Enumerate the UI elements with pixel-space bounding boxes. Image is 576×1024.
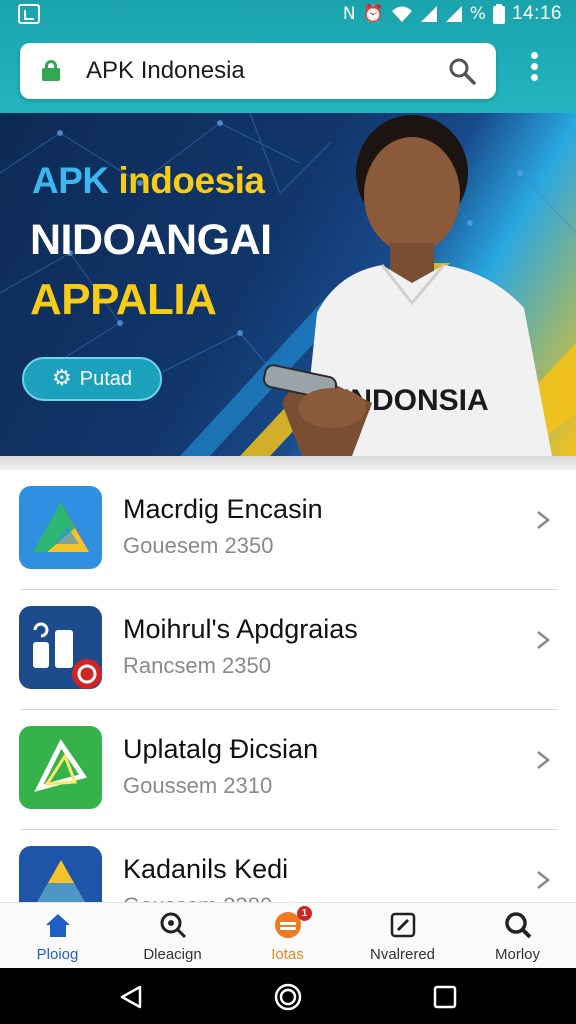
signal-icon <box>420 6 437 22</box>
app-name: Uplatalg Đicsian <box>123 734 319 764</box>
banner-title-line1: APK indoesia <box>32 160 265 201</box>
search-icon <box>160 912 187 939</box>
overflow-menu-icon[interactable] <box>524 52 544 88</box>
person-illustration: INDONSIA <box>262 115 552 456</box>
app-subtitle: Goussem 2310 <box>123 773 273 798</box>
app-subtitle: Goussem 2380 <box>123 893 272 902</box>
list-item[interactable]: Uplatalg Đicsian Goussem 2310 <box>0 710 576 830</box>
nav-label: Morloy <box>494 946 540 963</box>
chevron-right-icon[interactable] <box>532 869 554 891</box>
system-navigation-bar <box>0 968 576 1024</box>
app-list: Macrdig Encasin Gouesem 2350 Moihrul's A… <box>0 470 576 902</box>
nav-item-games[interactable]: 1 Iotas <box>230 903 345 969</box>
alarm-icon: ⏰ <box>362 4 384 24</box>
triangle-logo-icon <box>19 486 102 569</box>
section-divider <box>0 456 576 470</box>
recents-icon[interactable] <box>433 985 457 1009</box>
browser-header: N ⏰ % 14:16 APK Indonesia <box>0 0 576 113</box>
banner-button-label: Putad <box>79 367 132 390</box>
nav-label: Nvalrered <box>369 946 436 963</box>
battery-text: % <box>469 4 486 24</box>
list-item[interactable]: Macrdig Encasin Gouesem 2350 <box>0 470 576 590</box>
battery-icon <box>492 4 505 24</box>
banner-title-line2: NIDOANGAI <box>30 216 272 264</box>
bottom-navigation: Ploiog Dleacign 1 Iotas Nvalrered Morloy <box>0 902 576 968</box>
nav-item-home[interactable]: Ploiog <box>0 903 115 969</box>
home-circle-icon[interactable] <box>274 983 302 1011</box>
notification-badge: 1 <box>297 906 312 921</box>
magnify-icon <box>505 912 532 939</box>
app-name: Macrdig Encasin <box>123 494 323 524</box>
signal-icon-2 <box>445 6 462 22</box>
search-icon[interactable] <box>448 57 476 85</box>
nav-label: Dleacign <box>143 946 202 963</box>
lock-icon <box>42 60 60 81</box>
drive-app-icon <box>19 846 102 902</box>
blue-app-icon <box>19 606 102 689</box>
gallery-icon <box>18 4 40 24</box>
nav-label: Iotas <box>271 946 304 963</box>
list-item[interactable]: Moihrul's Apdgraias Rancsem 2350 <box>0 590 576 710</box>
chevron-right-icon[interactable] <box>532 509 554 531</box>
nfc-icon: N <box>342 4 356 24</box>
app-name: Kadanils Kedi <box>123 854 289 884</box>
status-bar: N ⏰ % 14:16 <box>0 0 576 30</box>
list-item[interactable]: Kadanils Kedi Goussem 2380 <box>0 830 576 902</box>
nav-item-edit[interactable]: Nvalrered <box>345 903 460 969</box>
wifi-icon <box>391 6 412 22</box>
clock: 14:16 <box>511 3 562 24</box>
banner-title-line3: APPALIA <box>30 275 217 324</box>
nav-item-more[interactable]: Morloy <box>460 903 575 969</box>
green-app-icon <box>19 726 102 809</box>
gear-icon: ⚙ <box>52 366 72 391</box>
home-icon <box>46 914 70 937</box>
back-icon[interactable] <box>118 984 144 1010</box>
nav-item-search[interactable]: Dleacign <box>115 903 230 969</box>
app-subtitle: Gouesem 2350 <box>123 533 274 558</box>
app-name: Moihrul's Apdgraias <box>123 614 358 644</box>
banner-action-button[interactable]: ⚙ Putad <box>22 357 162 401</box>
chevron-right-icon[interactable] <box>532 749 554 771</box>
app-subtitle: Rancsem 2350 <box>123 653 271 678</box>
chevron-right-icon[interactable] <box>532 629 554 651</box>
url-text[interactable]: APK Indonesia <box>86 57 245 85</box>
nav-label: Ploiog <box>36 946 79 963</box>
promo-banner[interactable]: APK indoesia NIDOANGAI APPALIA ⚙ Putad I… <box>0 113 576 456</box>
edit-icon <box>390 912 416 938</box>
address-bar[interactable]: APK Indonesia <box>20 43 496 99</box>
